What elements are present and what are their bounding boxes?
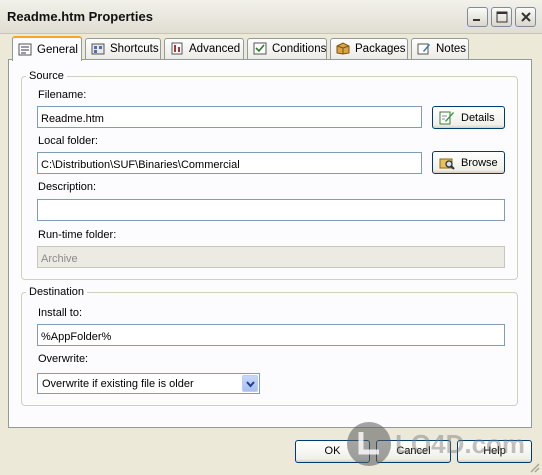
overwrite-selected-value: Overwrite if existing file is older bbox=[42, 378, 194, 390]
filename-field[interactable] bbox=[37, 106, 422, 128]
destination-legend: Destination bbox=[29, 286, 85, 298]
notes-tab-icon bbox=[417, 43, 430, 55]
conditions-tab-icon bbox=[253, 42, 267, 55]
overwrite-label: Overwrite: bbox=[38, 353, 89, 365]
browse-button[interactable]: Browse bbox=[432, 151, 505, 174]
description-label: Description: bbox=[38, 181, 97, 193]
overwrite-select[interactable]: Overwrite if existing file is older bbox=[37, 373, 260, 394]
details-button[interactable]: Details bbox=[432, 106, 505, 129]
title-bar[interactable]: Readme.htm Properties bbox=[0, 0, 542, 34]
general-tab-icon bbox=[18, 43, 32, 56]
maximize-button[interactable] bbox=[491, 7, 512, 27]
overwrite-dropdown-button[interactable] bbox=[242, 375, 258, 392]
minimize-button[interactable] bbox=[467, 7, 488, 27]
tab-label: Notes bbox=[436, 43, 467, 55]
tab-label: General bbox=[37, 44, 78, 56]
tab-general[interactable]: General bbox=[12, 36, 82, 61]
tab-label: Packages bbox=[355, 43, 406, 55]
resize-grip-icon[interactable] bbox=[528, 461, 540, 473]
runtime-folder-field bbox=[37, 246, 505, 268]
close-button[interactable] bbox=[515, 7, 536, 27]
local-folder-field[interactable] bbox=[37, 152, 422, 174]
tab-notes[interactable]: Notes bbox=[411, 38, 469, 59]
packages-tab-icon bbox=[336, 42, 350, 55]
browse-icon bbox=[439, 158, 455, 170]
lo4d-watermark-logo: LO4D.com bbox=[347, 422, 525, 466]
install-to-label: Install to: bbox=[38, 307, 83, 319]
minimize-icon bbox=[473, 19, 480, 21]
svg-text:LO4D.com: LO4D.com bbox=[395, 429, 525, 459]
shortcuts-tab-icon bbox=[91, 43, 105, 55]
source-legend: Source bbox=[29, 70, 64, 82]
tab-advanced[interactable]: Advanced bbox=[164, 38, 244, 59]
filename-label: Filename: bbox=[38, 89, 87, 101]
description-field[interactable] bbox=[37, 199, 505, 221]
tab-label: Conditions bbox=[272, 43, 327, 55]
edit-document-icon bbox=[439, 111, 454, 125]
properties-dialog: Readme.htm Properties General Shortcuts … bbox=[0, 0, 542, 475]
tab-shortcuts[interactable]: Shortcuts bbox=[85, 38, 161, 59]
local-folder-label: Local folder: bbox=[38, 135, 98, 147]
tab-packages[interactable]: Packages bbox=[330, 38, 408, 59]
general-tab-panel: Source Filename: Details Local folder: B… bbox=[8, 59, 532, 428]
close-icon bbox=[521, 12, 531, 22]
browse-button-label: Browse bbox=[461, 157, 498, 169]
install-to-field[interactable] bbox=[37, 324, 505, 346]
advanced-tab-icon bbox=[171, 42, 183, 55]
window-title: Readme.htm Properties bbox=[7, 9, 153, 24]
details-button-label: Details bbox=[461, 112, 495, 124]
chevron-down-icon bbox=[246, 381, 255, 388]
tab-label: Advanced bbox=[189, 43, 241, 55]
maximize-icon bbox=[496, 11, 508, 23]
runtime-folder-label: Run-time folder: bbox=[38, 229, 117, 241]
tab-conditions[interactable]: Conditions bbox=[247, 38, 327, 59]
tab-label: Shortcuts bbox=[110, 43, 159, 55]
